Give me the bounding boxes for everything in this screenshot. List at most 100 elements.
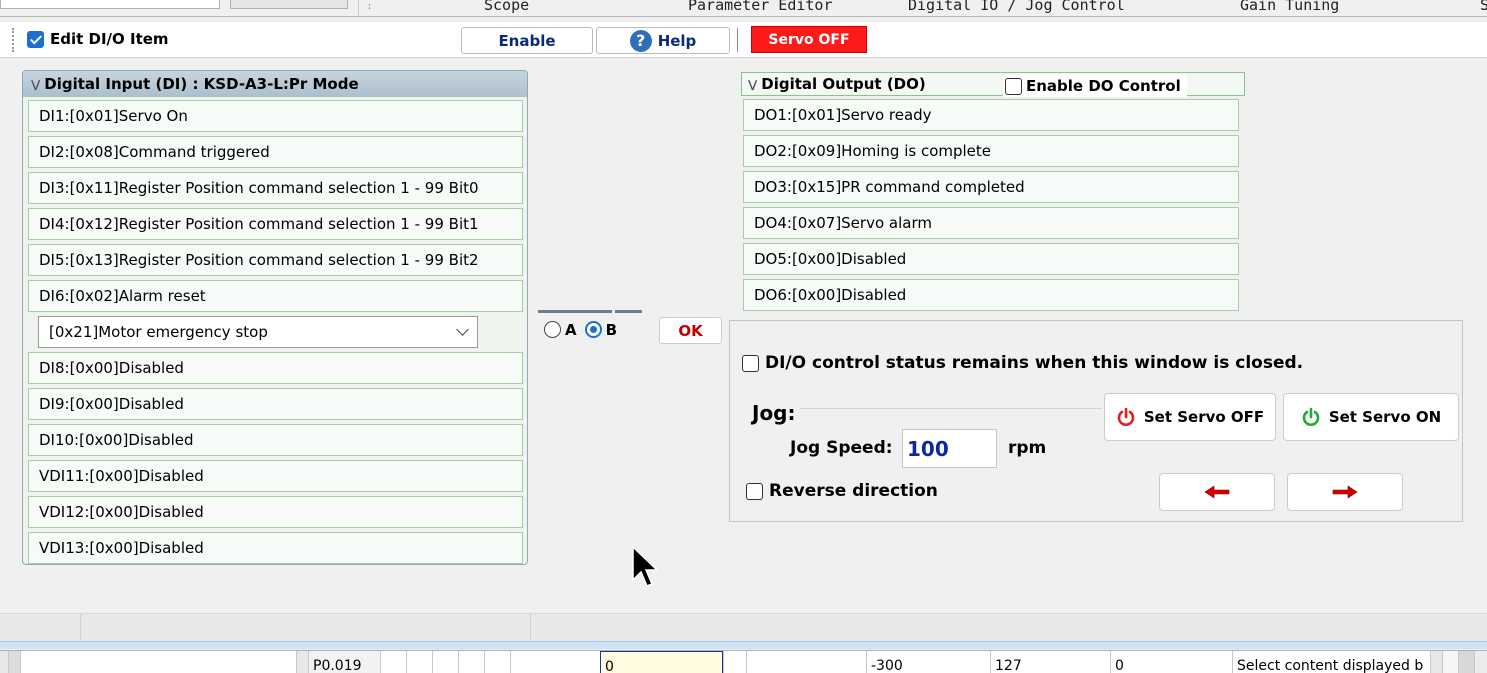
- do-row-label: DO6:[0x00]Disabled: [754, 286, 907, 304]
- vdi-row-11[interactable]: VDI11:[0x00]Disabled: [28, 460, 523, 492]
- set-servo-on-label: Set Servo ON: [1328, 408, 1442, 426]
- grid-cell-text: 127: [995, 658, 1022, 673]
- vertical-scrollbar[interactable]: [1458, 651, 1474, 673]
- reverse-direction-checkbox[interactable]: Reverse direction: [746, 481, 938, 501]
- enable-button-label: Enable: [498, 31, 556, 50]
- help-button-label: Help: [657, 31, 697, 50]
- set-servo-on-button[interactable]: Set Servo ON: [1283, 393, 1459, 441]
- vdi-row-12[interactable]: VDI12:[0x00]Disabled: [28, 496, 523, 528]
- checkbox-icon[interactable]: [746, 482, 763, 500]
- edit-dio-item-checkbox[interactable]: Edit DI/O Item: [27, 30, 169, 48]
- do-row-label: DO2:[0x09]Homing is complete: [754, 142, 992, 160]
- reverse-direction-label: Reverse direction: [769, 481, 938, 501]
- jog-group-divider: [752, 408, 1102, 410]
- servo-status-label: Servo OFF: [768, 31, 850, 48]
- grid-cell-description: Select content displayed b: [1232, 651, 1430, 673]
- di-row-label: VDI12:[0x00]Disabled: [39, 503, 204, 521]
- jog-reverse-button[interactable]: [1159, 473, 1275, 511]
- do-row-label: DO1:[0x01]Servo ready: [754, 106, 932, 124]
- grid-cell-param-id[interactable]: P0.019: [308, 651, 380, 673]
- grid-cell-max: 127: [990, 651, 1110, 673]
- radio-a-label: A: [565, 320, 577, 339]
- grid-cell: [380, 651, 406, 673]
- remain-status-checkbox[interactable]: DI/O control status remains when this wi…: [742, 353, 1303, 373]
- status-strip: [0, 613, 1487, 642]
- enable-button[interactable]: Enable: [461, 27, 593, 54]
- grid-cell-value-editor[interactable]: 0: [600, 651, 723, 673]
- set-servo-off-button[interactable]: Set Servo OFF: [1104, 393, 1276, 441]
- di7-selected-value: [0x21]Motor emergency stop: [49, 323, 268, 341]
- splitter-bar[interactable]: [0, 641, 1487, 649]
- tab-more[interactable]: S: [1480, 0, 1487, 14]
- radio-b-label: B: [605, 320, 618, 339]
- grid-cell-default: 0: [1110, 651, 1232, 673]
- tab-gain-tuning[interactable]: Gain Tuning: [1240, 0, 1339, 14]
- di-panel-header[interactable]: ⋁ Digital Input (DI) : KSD-A3-L:Pr Mode: [23, 71, 527, 97]
- di-row-1[interactable]: DI1:[0x01]Servo On: [28, 100, 523, 132]
- do-row-1[interactable]: DO1:[0x01]Servo ready: [743, 99, 1239, 131]
- di-row-6[interactable]: DI6:[0x02]Alarm reset: [28, 280, 523, 312]
- enable-do-control-checkbox[interactable]: Enable DO Control: [1003, 75, 1187, 97]
- tab-scope[interactable]: Scope: [484, 0, 529, 14]
- di-row-2[interactable]: DI2:[0x08]Command triggered: [28, 136, 523, 168]
- di-row-9[interactable]: DI9:[0x00]Disabled: [28, 388, 523, 420]
- di-row-label: DI9:[0x00]Disabled: [39, 395, 184, 413]
- grid-cell: [746, 651, 866, 673]
- di-row-10[interactable]: DI10:[0x00]Disabled: [28, 424, 523, 456]
- di7-function-select[interactable]: [0x21]Motor emergency stop: [38, 316, 478, 348]
- help-button[interactable]: ? Help: [596, 27, 730, 54]
- grid-cell-text: 0: [1115, 658, 1124, 673]
- do-row-5[interactable]: DO5:[0x00]Disabled: [743, 243, 1239, 275]
- di-row-label: DI8:[0x00]Disabled: [39, 359, 184, 377]
- tab-parameter-editor[interactable]: Parameter Editor: [688, 0, 833, 14]
- di-row-8[interactable]: DI8:[0x00]Disabled: [28, 352, 523, 384]
- vdi-row-13[interactable]: VDI13:[0x00]Disabled: [28, 532, 523, 564]
- collapse-chevron-icon[interactable]: ⋁: [748, 78, 757, 91]
- help-icon: ?: [629, 29, 652, 52]
- radio-b[interactable]: [584, 321, 602, 338]
- di-row-3[interactable]: DI3:[0x11]Register Position command sele…: [28, 172, 523, 204]
- di-row-5[interactable]: DI5:[0x13]Register Position command sele…: [28, 244, 523, 276]
- toolbar-stub-button[interactable]: [230, 0, 348, 9]
- toolbar-stub-left: [0, 0, 220, 9]
- grid-cell-min: -300: [866, 651, 990, 673]
- do-row-4[interactable]: DO4:[0x07]Servo alarm: [743, 207, 1239, 239]
- collapse-chevron-icon[interactable]: ⋁: [31, 78, 40, 91]
- di-panel-title: Digital Input (DI) : KSD-A3-L:Pr Mode: [44, 75, 359, 93]
- jog-forward-button[interactable]: [1287, 473, 1403, 511]
- grid-cell: [484, 651, 510, 673]
- power-off-icon: [1117, 407, 1135, 426]
- tab-digital-io-jog[interactable]: Digital IO / Jog Control: [908, 0, 1125, 14]
- radio-a[interactable]: [544, 321, 561, 338]
- di-row-4[interactable]: DI4:[0x12]Register Position command sele…: [28, 208, 523, 240]
- parameter-grid: P0.019 0 -300 127 0 Select content displ…: [0, 650, 1487, 673]
- chevron-down-icon[interactable]: [456, 323, 469, 336]
- servo-status-badge: Servo OFF: [751, 26, 867, 53]
- checkbox-checked-icon[interactable]: [27, 30, 44, 48]
- jog-speed-unit: rpm: [1008, 438, 1047, 458]
- di-row-label: VDI11:[0x00]Disabled: [39, 467, 204, 485]
- grid-cell: [1442, 651, 1458, 673]
- checkbox-icon[interactable]: [1005, 77, 1022, 95]
- grid-scroll-handle[interactable]: [8, 651, 20, 673]
- do-row-3[interactable]: DO3:[0x15]PR command completed: [743, 171, 1239, 203]
- toolbar: Edit DI/O Item Enable ? Help Servo OFF: [0, 22, 1487, 58]
- grid-separator: [296, 651, 308, 673]
- grid-separator: [1430, 651, 1442, 673]
- grid-row-header: [0, 651, 8, 673]
- do-row-label: DO3:[0x15]PR command completed: [754, 178, 1025, 196]
- arrow-right-icon: [1332, 485, 1358, 499]
- jog-speed-input[interactable]: 100: [902, 429, 997, 468]
- edit-dio-item-label: Edit DI/O Item: [50, 30, 169, 48]
- jog-speed-value: 100: [907, 436, 949, 461]
- do-row-2[interactable]: DO2:[0x09]Homing is complete: [743, 135, 1239, 167]
- grip-icon: :: [358, 0, 380, 16]
- logic-ab-selector: A B: [538, 310, 642, 346]
- di-row-label: DI2:[0x08]Command triggered: [39, 143, 270, 161]
- do-row-label: DO4:[0x07]Servo alarm: [754, 214, 932, 232]
- enable-do-control-label: Enable DO Control: [1026, 77, 1181, 95]
- do-row-6[interactable]: DO6:[0x00]Disabled: [743, 279, 1239, 311]
- grid-cell-text: 0: [605, 659, 614, 673]
- checkbox-icon[interactable]: [742, 354, 759, 372]
- ok-button[interactable]: OK: [659, 317, 722, 344]
